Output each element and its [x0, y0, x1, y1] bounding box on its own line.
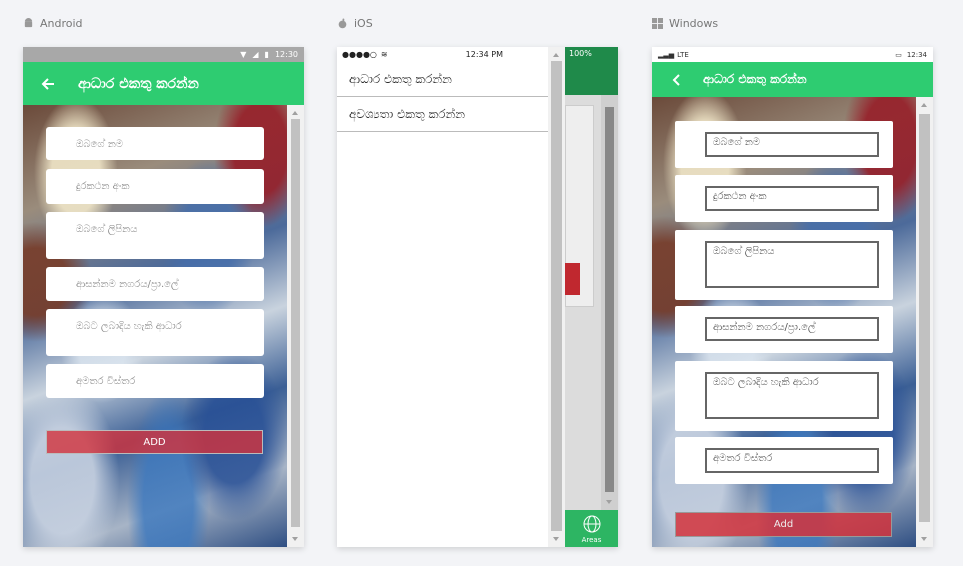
- underlying-red-block: [565, 263, 580, 295]
- windows-status-bar: ▂▃▅ LTE ▭ 12:34: [652, 47, 933, 62]
- underlying-scroll-down-icon: [606, 500, 612, 504]
- windows-time: 12:34: [906, 50, 927, 59]
- scroll-thumb[interactable]: [551, 61, 562, 531]
- apple-icon: [338, 18, 347, 29]
- scroll-up-icon[interactable]: [292, 111, 298, 115]
- windows-label: Windows: [652, 17, 718, 30]
- underlying-scroll-thumb: [605, 107, 614, 492]
- scroll-thumb[interactable]: [291, 119, 300, 527]
- scroll-down-icon[interactable]: [921, 537, 927, 541]
- windows-app-bar: ආධාර එකතු කරන්න: [652, 62, 933, 97]
- android-time: 12:30: [274, 50, 298, 59]
- android-icon: [24, 18, 33, 28]
- battery-icon: ▭: [895, 50, 902, 59]
- scroll-down-icon[interactable]: [292, 537, 298, 541]
- ios-platform-text: iOS: [354, 17, 373, 30]
- android-label: Android: [23, 17, 83, 30]
- scroll-thumb[interactable]: [919, 114, 930, 522]
- address-field[interactable]: ඔබගේ ලිපිනය: [705, 241, 879, 288]
- menu-item-add-donations[interactable]: ආධාර එකතු කරන්න: [337, 62, 548, 97]
- underlying-content: [565, 95, 618, 510]
- scroll-up-icon[interactable]: [553, 53, 559, 57]
- windows-icon: [652, 18, 663, 29]
- donation-field[interactable]: ඔබට ලබාදිය හැකි ආධාර: [46, 309, 264, 356]
- name-field[interactable]: ඔබගේ නම: [46, 127, 264, 160]
- battery-icon: ▮: [264, 50, 269, 59]
- android-status-bar: ▼ ◢ ▮ 12:30: [23, 47, 304, 62]
- underlying-scrollbar: [601, 95, 618, 510]
- ios-battery-text: 100%: [565, 47, 618, 61]
- globe-icon: [583, 515, 600, 533]
- name-card: ඔබගේ නම: [675, 121, 893, 168]
- signal-dots-icon: ●●●●○: [342, 49, 377, 59]
- donation-card: ඔබට ලබාදිය හැකි ආධාර: [675, 361, 893, 431]
- nearest-town-field[interactable]: ආසන්නම නගරය/ප්‍රා.ලේ: [705, 317, 879, 341]
- ios-time: 12:34 PM: [465, 49, 503, 59]
- address-field[interactable]: ඔබගේ ලිපිනය: [46, 212, 264, 259]
- phone-field[interactable]: දුරකථන අංක: [46, 169, 264, 204]
- nearest-town-field[interactable]: ආසන්නම නගරය/ප්‍රා.ලේ: [46, 267, 264, 301]
- signal-bars-icon: ▂▃▅: [658, 50, 675, 59]
- windows-scrollbar[interactable]: [916, 97, 933, 547]
- menu-item-add-needs[interactable]: අවශ්‍යතා එකතු කරන්න: [337, 97, 548, 132]
- scroll-up-icon[interactable]: [921, 103, 927, 107]
- ios-phone: ●●●●○ ≋ 12:34 PM ආධාර එකතු කරන්න අවශ්‍යත…: [337, 47, 618, 547]
- android-platform-text: Android: [40, 17, 83, 30]
- additional-info-field[interactable]: අමතර විස්තර: [705, 448, 879, 473]
- network-type: LTE: [677, 50, 689, 59]
- android-app-bar: ආධාර එකතු කරන්න: [23, 62, 304, 105]
- phone-field[interactable]: දුරකථන අංක: [705, 186, 879, 211]
- add-button[interactable]: Add: [675, 512, 892, 537]
- ios-label: iOS: [337, 17, 373, 30]
- phone-card: දුරකථන අංක: [675, 175, 893, 222]
- additional-info-field[interactable]: අමතර විස්තර: [46, 364, 264, 398]
- nearest-town-card: ආසන්නම නගරය/ප්‍රා.ලේ: [675, 306, 893, 353]
- donation-field[interactable]: ඔබට ලබාදිය හැකි ආධාර: [705, 372, 879, 419]
- back-chevron-icon[interactable]: [669, 72, 685, 88]
- wifi-icon: ▼: [240, 50, 247, 59]
- ios-status-bar: ●●●●○ ≋ 12:34 PM: [337, 47, 548, 61]
- background-app-panel: 100% Areas: [565, 47, 618, 547]
- android-scrollbar[interactable]: [287, 105, 304, 547]
- windows-phone: ▂▃▅ LTE ▭ 12:34 ආධාර එකතු කරන්න ඔබගේ නම …: [652, 47, 933, 547]
- name-field[interactable]: ඔබගේ නම: [705, 132, 879, 157]
- tab-areas[interactable]: Areas: [565, 510, 618, 547]
- windows-platform-text: Windows: [669, 17, 719, 30]
- add-button[interactable]: ADD: [46, 430, 263, 454]
- scroll-down-icon[interactable]: [553, 537, 559, 541]
- page-title: ආධාර එකතු කරන්න: [78, 75, 199, 92]
- additional-info-card: අමතර විස්තර: [675, 437, 893, 484]
- android-phone: ▼ ◢ ▮ 12:30 ආධාර එකතු කරන්න ඔබගේ නම දුරක…: [23, 47, 304, 547]
- ios-scrollbar[interactable]: [548, 47, 565, 547]
- tab-areas-label: Areas: [581, 536, 602, 544]
- address-card: ඔබගේ ලිපිනය: [675, 230, 893, 300]
- page-title: ආධාර එකතු කරන්න: [703, 72, 807, 86]
- wifi-icon: ≋: [380, 49, 388, 59]
- signal-icon: ◢: [252, 50, 259, 59]
- back-arrow-icon[interactable]: [40, 76, 56, 92]
